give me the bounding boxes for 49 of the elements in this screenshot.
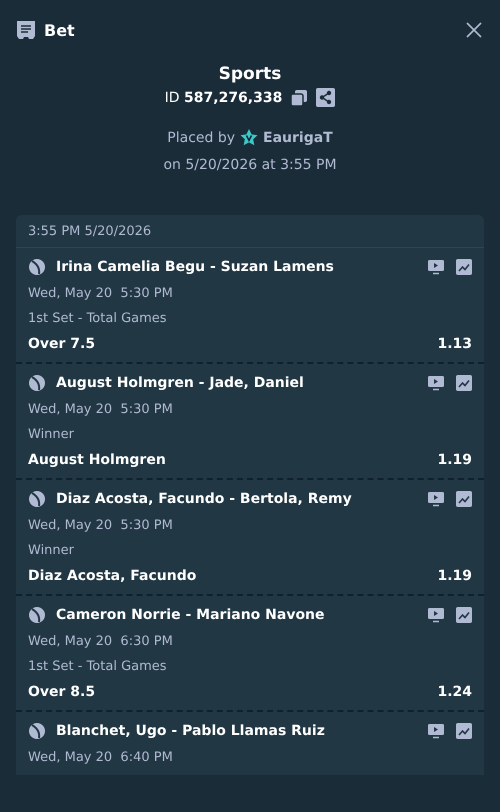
event-date: Wed, May 20 5:30 PM [28,402,174,417]
stats-button[interactable] [456,491,472,507]
selection-name: Over 8.5 [28,684,96,700]
tennis-ball-icon [28,374,46,392]
selection-name: Over 7.5 [28,336,96,352]
close-button[interactable] [466,22,482,38]
stats-button[interactable] [456,375,472,391]
stats-button[interactable] [456,259,472,275]
market-name: Winner [28,543,76,558]
star-badge-icon [240,129,258,147]
live-stream-button[interactable] [428,607,444,623]
tennis-ball-icon [28,722,46,740]
tennis-ball-icon [28,606,46,624]
event-date: Wed, May 20 6:30 PM [28,634,174,649]
event-date: Wed, May 20 6:40 PM [28,750,174,765]
live-stream-button[interactable] [428,259,444,275]
live-stream-button[interactable] [428,723,444,739]
selection-name: Diaz Acosta, Facundo [28,568,196,584]
match-title[interactable]: Irina Camelia Begu - Suzan Lamens [56,259,428,275]
selection-name: August Holmgren [28,452,166,468]
placed-date: on 5/20/2026 at 3:55 PM [163,157,337,173]
match-title[interactable]: Diaz Acosta, Facundo - Bertola, Remy [56,491,428,507]
match-title[interactable]: Cameron Norrie - Mariano Navone [56,607,428,623]
bet-category: Sports [218,64,282,84]
stats-button[interactable] [456,723,472,739]
share-button[interactable] [316,88,336,107]
event-date: Wed, May 20 5:30 PM [28,518,174,533]
market-name: 1st Set - Total Games [28,659,168,674]
odds-value: 1.19 [437,568,472,584]
market-name: Winner [28,427,76,442]
odds-value: 1.13 [437,336,472,352]
market-name: 1st Set - Total Games [28,311,168,326]
username-link[interactable]: EaurigaT [263,130,333,146]
bet-id: ID 587,276,338 [164,90,282,106]
tennis-ball-icon [28,490,46,508]
copy-button[interactable] [290,88,308,106]
live-stream-button[interactable] [428,375,444,391]
odds-value: 1.19 [437,452,472,468]
bet-timestamp: 3:55 PM 5/20/2026 [16,215,484,248]
panel-title: Bet [44,20,75,40]
live-stream-button[interactable] [428,491,444,507]
placed-by-label: Placed by [167,130,236,146]
stats-button[interactable] [456,607,472,623]
tennis-ball-icon [28,258,46,276]
receipt-icon [16,20,36,40]
event-date: Wed, May 20 5:30 PM [28,286,174,301]
odds-value: 1.24 [437,684,472,700]
match-title[interactable]: Blanchet, Ugo - Pablo Llamas Ruiz [56,723,428,739]
match-title[interactable]: August Holmgren - Jade, Daniel [56,375,428,391]
